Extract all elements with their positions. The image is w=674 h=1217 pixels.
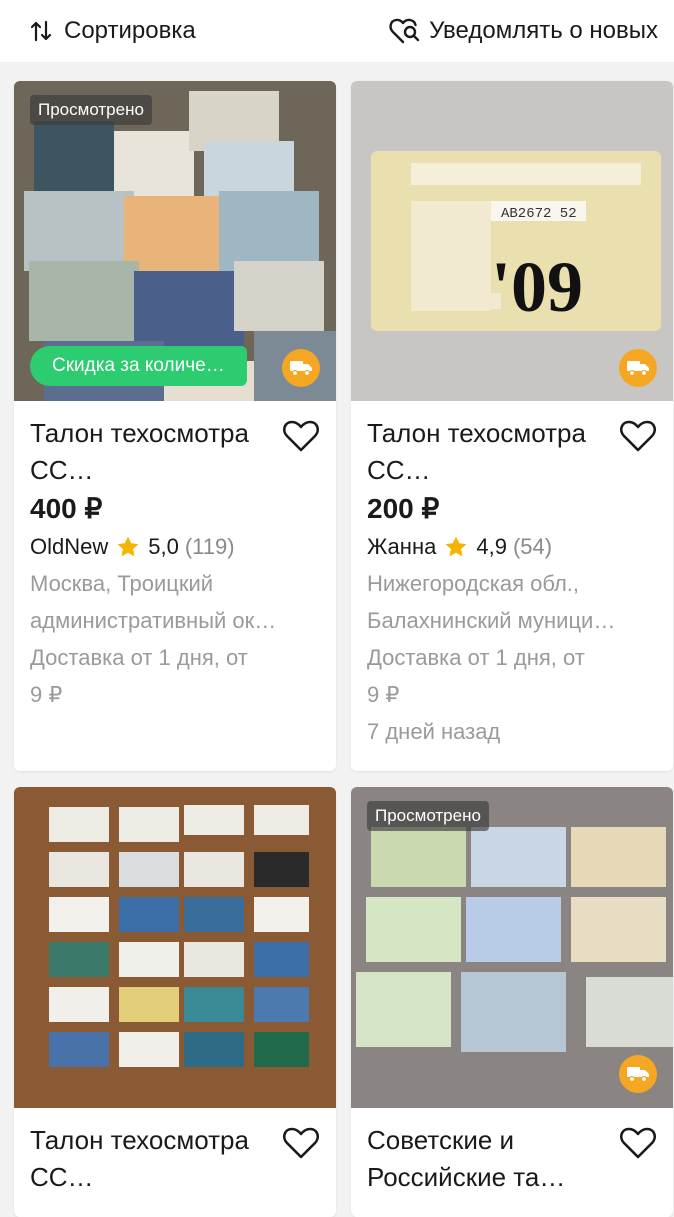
listing-card[interactable]: Просмотрено Советские и Российские та… <box>351 787 673 1217</box>
delivery-info: Доставка от 1 дня, от <box>367 645 585 670</box>
seller-name: OldNew <box>30 534 109 559</box>
listing-photo-image <box>14 787 336 1108</box>
listing-info: Талон техосмотра СС… <box>14 1108 336 1196</box>
listing-title[interactable]: Советские и Российские та… <box>367 1122 617 1196</box>
listing-photo[interactable]: АВ2672 52 '09 <box>351 81 673 401</box>
sort-button[interactable]: Сортировка <box>30 14 196 48</box>
delivery-info: Доставка от 1 дня, от <box>30 645 248 670</box>
viewed-badge: Просмотрено <box>367 801 489 831</box>
delivery-truck-icon <box>619 349 657 387</box>
star-icon <box>444 535 468 559</box>
viewed-badge: Просмотрено <box>30 95 152 125</box>
svg-text:'09: '09 <box>491 247 583 327</box>
seller-row: OldNew 5,0 (119) <box>30 529 320 565</box>
listing-title[interactable]: Талон техосмотра СС… <box>367 415 617 489</box>
listing-date: 7 дней назад <box>367 719 501 744</box>
delivery-price: 9 ₽ <box>30 682 63 707</box>
listing-title[interactable]: Талон техосмотра СС… <box>30 1122 280 1196</box>
delivery-truck-icon <box>282 349 320 387</box>
favorite-heart-icon[interactable] <box>282 1126 320 1160</box>
listing-card[interactable]: Талон техосмотра СС… <box>14 787 336 1217</box>
notify-label: Уведомлять о новых <box>429 17 658 44</box>
seller-name: Жанна <box>367 534 437 559</box>
listing-location: Нижегородская обл., <box>367 571 580 596</box>
seller-review-count: (119) <box>184 534 235 559</box>
delivery-truck-icon <box>619 1055 657 1093</box>
seller-rating: 4,9 <box>476 534 507 559</box>
notify-new-button[interactable]: Уведомлять о новых <box>389 14 658 48</box>
favorite-heart-icon[interactable] <box>282 419 320 453</box>
seller-rating: 5,0 <box>148 534 179 559</box>
listing-info: Советские и Российские та… <box>351 1108 673 1196</box>
listing-location-detail: административный ок… <box>30 608 277 633</box>
top-toolbar: Сортировка Уведомлять о новых <box>0 0 674 62</box>
listing-title[interactable]: Талон техосмотра СС… <box>30 415 280 489</box>
sort-label: Сортировка <box>64 17 196 44</box>
favorite-heart-icon[interactable] <box>619 1126 657 1160</box>
svg-text:АВ2672 52: АВ2672 52 <box>501 206 577 222</box>
sort-arrows-icon <box>30 19 52 43</box>
listing-price: 400 ₽ <box>30 493 103 524</box>
seller-review-count: (54) <box>512 534 553 559</box>
listing-photo[interactable] <box>14 787 336 1108</box>
listing-card[interactable]: Просмотрено Скидка за количе… Талон техо… <box>14 81 336 771</box>
listing-location: Москва, Троицкий <box>30 571 214 596</box>
listing-photo[interactable]: Просмотрено Скидка за количе… <box>14 81 336 401</box>
heart-search-icon <box>389 17 421 45</box>
delivery-price: 9 ₽ <box>367 682 400 707</box>
listing-location-detail: Балахнинский муници… <box>367 608 616 633</box>
favorite-heart-icon[interactable] <box>619 419 657 453</box>
star-icon <box>116 535 140 559</box>
seller-row: Жанна 4,9 (54) <box>367 529 657 565</box>
listing-price: 200 ₽ <box>367 493 440 524</box>
listing-info: Талон техосмотра СС… 400 ₽ OldNew 5,0 (1… <box>14 401 336 713</box>
listing-photo[interactable]: Просмотрено <box>351 787 673 1108</box>
listing-card[interactable]: АВ2672 52 '09 Талон техосмотра СС… 200 ₽… <box>351 81 673 771</box>
discount-badge: Скидка за количе… <box>30 346 247 386</box>
listing-info: Талон техосмотра СС… 200 ₽ Жанна 4,9 (54… <box>351 401 673 750</box>
